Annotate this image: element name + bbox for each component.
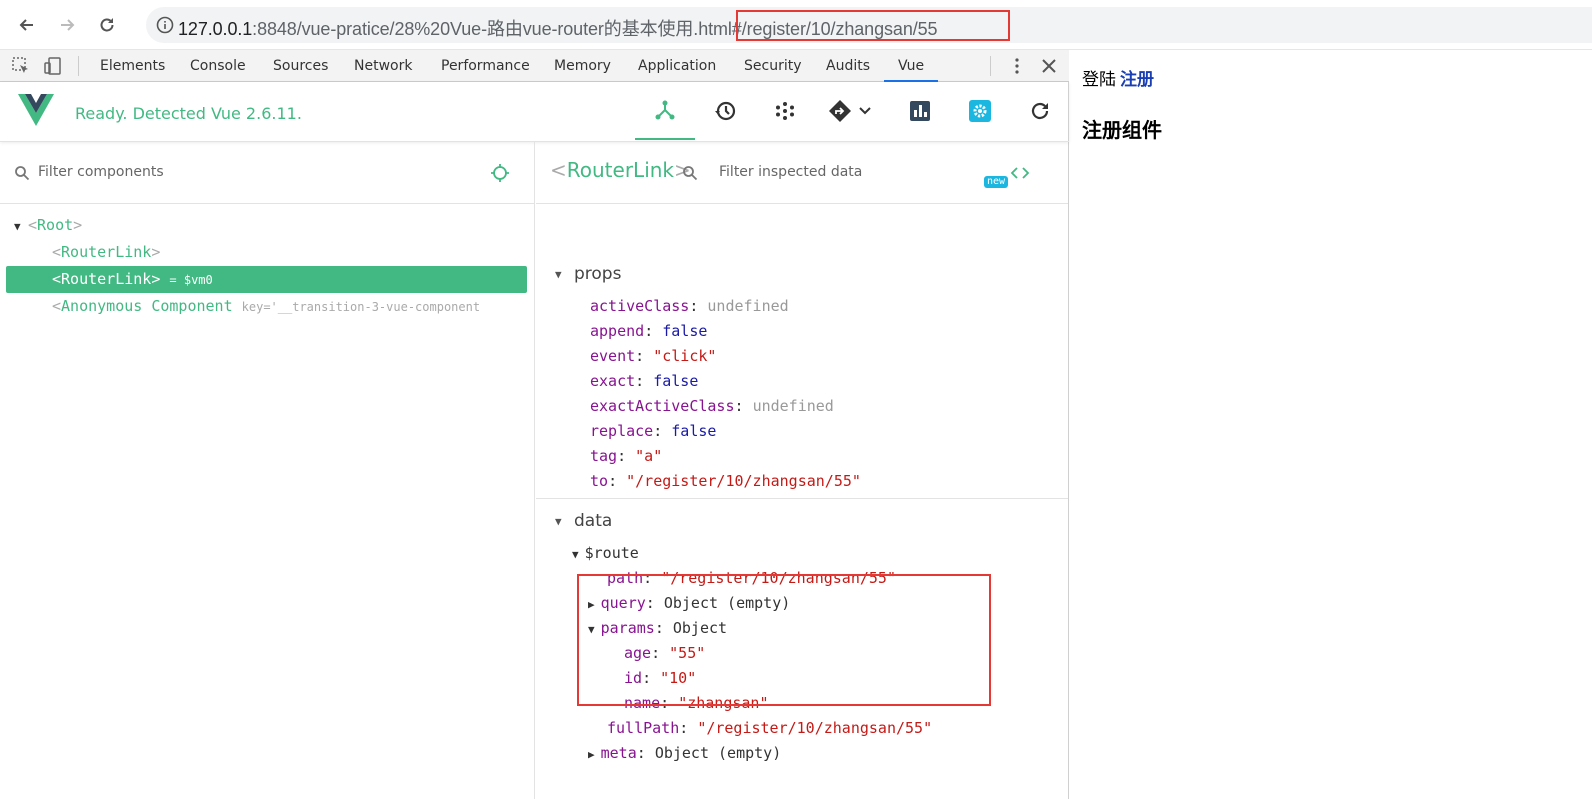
inspected-component-name: <RouterLink> xyxy=(550,158,691,182)
data-collapse-caret-icon[interactable]: ▼ xyxy=(555,515,562,528)
prop-exact: exact: false xyxy=(590,372,699,390)
prop-exactActiveClass: exactActiveClass: undefined xyxy=(590,397,834,415)
tab-performance[interactable]: Performance xyxy=(441,50,530,82)
component-key: key='__transition-3-vue-component xyxy=(241,300,481,314)
settings-button[interactable] xyxy=(950,82,1010,140)
select-component-icon[interactable] xyxy=(490,163,510,183)
tree-node-routerlink[interactable]: <RouterLink> xyxy=(0,239,535,266)
route-fullPath: fullPath: "/register/10/zhangsan/55" xyxy=(607,719,933,737)
filter-inspected-input[interactable]: Filter inspected data xyxy=(719,164,862,180)
gear-icon xyxy=(969,100,991,122)
more-options-icon[interactable] xyxy=(1008,57,1026,75)
props-collapse-caret-icon[interactable]: ▼ xyxy=(555,268,562,281)
register-component-heading: 注册组件 xyxy=(1082,118,1162,142)
components-icon xyxy=(655,100,675,120)
router-nav: 登陆 注册 xyxy=(1082,65,1154,90)
inspect-dom-icon[interactable] xyxy=(1010,164,1030,182)
tab-application[interactable]: Application xyxy=(638,50,716,82)
url-highlight-box xyxy=(736,10,1010,41)
route-caret-icon[interactable]: ▼ xyxy=(572,548,579,561)
params-highlight-box xyxy=(577,574,991,706)
bar-chart-icon xyxy=(910,101,930,121)
events-icon xyxy=(776,102,794,120)
vm-reference: = $vm0 xyxy=(169,273,213,287)
tree-node-anonymous[interactable]: <Anonymous Component key='__transition-3… xyxy=(0,293,535,320)
prop-event: event: "click" xyxy=(590,347,717,365)
data-section-title[interactable]: data xyxy=(574,511,612,531)
history-icon xyxy=(715,101,736,121)
toolbar-divider xyxy=(78,56,79,76)
tree-node-root[interactable]: ▼ <Root> xyxy=(0,212,535,239)
inspect-element-icon[interactable] xyxy=(12,57,30,75)
browser-toolbar: 127.0.0.1:8848/vue-pratice/28%20Vue-路由vu… xyxy=(0,0,1592,50)
tab-elements[interactable]: Elements xyxy=(100,50,165,82)
meta-caret-icon[interactable]: ▶ xyxy=(588,748,595,761)
prop-tag: tag: "a" xyxy=(590,447,663,465)
vue-devtools-header: Ready. Detected Vue 2.6.11. xyxy=(0,82,1069,142)
tab-memory[interactable]: Memory xyxy=(554,50,611,82)
inspector-header: <RouterLink> Filter inspected data xyxy=(536,142,1068,204)
search-icon xyxy=(683,166,698,181)
forward-button[interactable] xyxy=(52,10,82,40)
prop-activeClass: activeClass: undefined xyxy=(590,297,789,315)
back-button[interactable] xyxy=(12,10,42,40)
section-divider xyxy=(536,498,1068,499)
route-meta[interactable]: ▶ meta: Object (empty) xyxy=(588,744,781,762)
events-button[interactable] xyxy=(755,82,815,140)
tab-console[interactable]: Console xyxy=(190,50,246,82)
vuex-history-button[interactable] xyxy=(695,82,755,140)
vue-logo-icon xyxy=(18,94,54,126)
forward-arrow-icon xyxy=(61,19,75,31)
route-node[interactable]: ▼ $route xyxy=(572,544,639,562)
routing-dropdown-button[interactable] xyxy=(815,82,885,140)
new-badge: new xyxy=(984,176,1009,188)
refresh-button[interactable] xyxy=(1010,82,1070,140)
prop-replace: replace: false xyxy=(590,422,717,440)
filter-components-input[interactable]: Filter components xyxy=(38,164,164,180)
reload-icon xyxy=(100,18,114,32)
tab-vue[interactable]: Vue xyxy=(884,50,939,82)
devtools-tabstrip: Elements Console Sources Network Perform… xyxy=(0,50,1069,82)
props-section-title[interactable]: props xyxy=(574,264,621,284)
page-viewport: 登陆 注册 注册组件 xyxy=(1070,50,1592,799)
refresh-icon xyxy=(1031,102,1049,120)
prop-to: to: "/register/10/zhangsan/55" xyxy=(590,472,861,490)
close-devtools-icon[interactable] xyxy=(1040,57,1058,75)
filter-components-row: Filter components xyxy=(0,142,535,204)
tab-security[interactable]: Security xyxy=(744,50,802,82)
expand-caret-icon[interactable]: ▼ xyxy=(14,213,28,239)
vue-status-text: Ready. Detected Vue 2.6.11. xyxy=(75,104,302,123)
info-icon[interactable] xyxy=(156,16,174,34)
routing-icon xyxy=(829,100,851,122)
tab-sources[interactable]: Sources xyxy=(273,50,328,82)
component-tree-pane: Filter components ▼ <Root> <RouterLink> <… xyxy=(0,142,535,799)
toolbar-divider xyxy=(990,56,991,76)
tab-network[interactable]: Network xyxy=(354,50,412,82)
chevron-down-icon xyxy=(859,107,871,115)
prop-append: append: false xyxy=(590,322,708,340)
register-link[interactable]: 注册 xyxy=(1120,70,1154,90)
components-tab-button[interactable] xyxy=(635,82,695,140)
tab-audits[interactable]: Audits xyxy=(826,50,870,82)
back-arrow-icon xyxy=(19,19,33,31)
tree-node-routerlink-selected[interactable]: <RouterLink> = $vm0 xyxy=(6,266,527,293)
login-link[interactable]: 登陆 xyxy=(1082,70,1116,90)
component-tree: ▼ <Root> <RouterLink> <RouterLink> = $vm0… xyxy=(0,212,535,320)
reload-button[interactable] xyxy=(92,10,122,40)
search-icon xyxy=(15,166,30,181)
performance-button[interactable] xyxy=(890,82,950,140)
device-toolbar-icon[interactable] xyxy=(44,57,62,75)
